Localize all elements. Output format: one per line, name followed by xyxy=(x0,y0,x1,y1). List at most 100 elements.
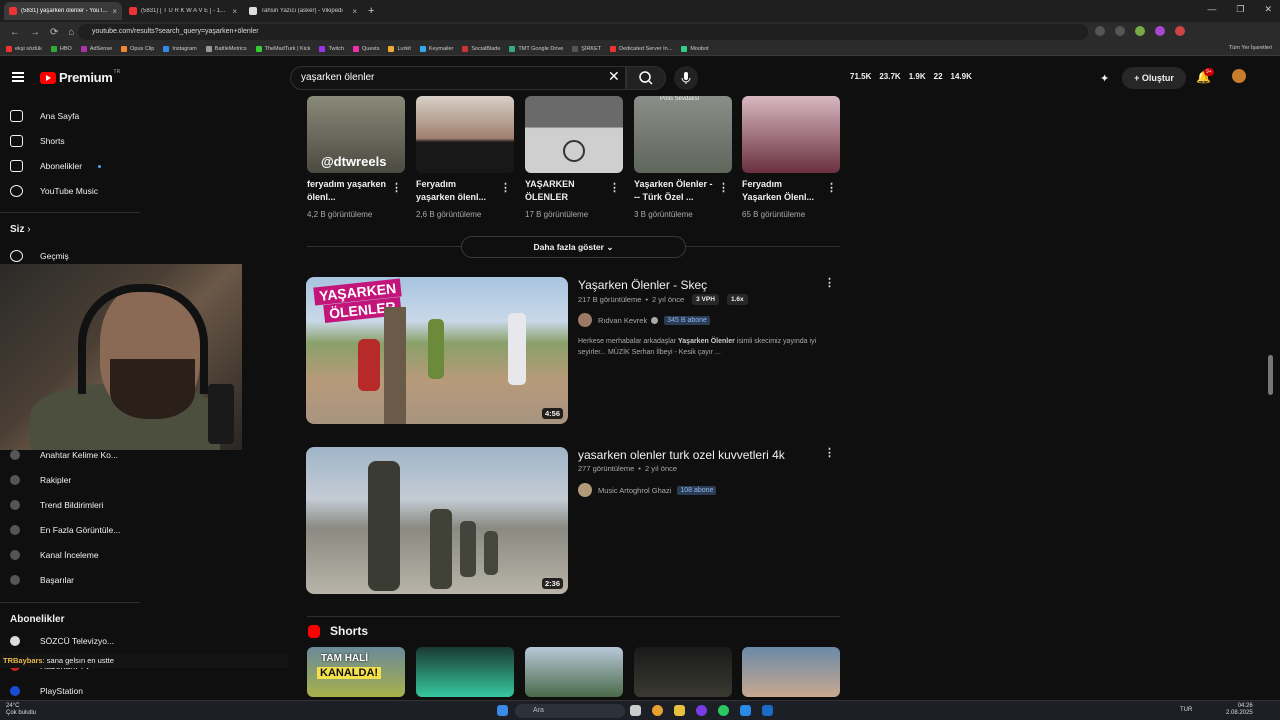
task-view-icon[interactable] xyxy=(630,705,641,716)
extension-icon[interactable] xyxy=(1155,26,1165,36)
close-icon[interactable]: × xyxy=(352,7,357,16)
close-icon[interactable]: × xyxy=(112,7,117,16)
short-thumbnail[interactable]: Polis Sevdalısı xyxy=(634,96,732,173)
new-tab-button[interactable]: + xyxy=(368,5,374,17)
bookmark-item[interactable]: Lurkit xyxy=(388,45,411,52)
profile-icon[interactable] xyxy=(1175,26,1185,36)
show-more-button[interactable]: Daha fazla göster ⌄ xyxy=(461,236,686,258)
short-thumbnail[interactable]: TAM HALİ KANALDA! xyxy=(307,647,405,697)
sidebar-item-tool[interactable]: Başarılar xyxy=(10,575,74,585)
short-thumbnail[interactable] xyxy=(525,647,623,697)
short-title[interactable]: YAŞARKEN ÖLENLER xyxy=(525,178,605,204)
subscription-item[interactable]: PlayStation xyxy=(10,686,83,696)
explorer-icon[interactable] xyxy=(674,705,685,716)
scrollbar-thumb[interactable] xyxy=(1268,355,1273,395)
home-icon[interactable]: ⌂ xyxy=(68,27,74,38)
sidebar-item-tool[interactable]: Anahtar Kelime Ko... xyxy=(10,450,118,460)
sidebar-item-home[interactable]: Ana Sayfa xyxy=(10,110,79,122)
bookmark-item[interactable]: Moobot xyxy=(681,45,709,52)
sidebar-item-music[interactable]: YouTube Music xyxy=(10,185,98,197)
close-icon[interactable]: × xyxy=(232,7,237,16)
app-icon[interactable] xyxy=(696,705,707,716)
you-section-header[interactable]: Siz › xyxy=(10,224,31,235)
short-thumbnail[interactable] xyxy=(634,647,732,697)
search-button[interactable] xyxy=(626,66,666,90)
steam-icon[interactable] xyxy=(762,705,773,716)
bookmark-item[interactable]: SocialBlade xyxy=(462,45,500,52)
short-title[interactable]: feryadım yaşarken ölenl... xyxy=(307,178,387,204)
video-title[interactable]: Yaşarken Ölenler - Skeç xyxy=(578,278,707,292)
bookmark-item[interactable]: Quests xyxy=(353,45,379,52)
short-title[interactable]: Yaşarken Ölenler --- Türk Özel ... xyxy=(634,178,714,204)
sidebar-item-subscriptions[interactable]: Abonelikler xyxy=(10,160,102,172)
clock[interactable]: 04:26 2.08.2025 xyxy=(1226,703,1253,717)
more-vert-icon[interactable]: ⋮ xyxy=(391,181,402,194)
bookmark-item[interactable]: Opus Clip xyxy=(121,45,154,52)
sidebar-item-tool[interactable]: En Fazla Görüntüle... xyxy=(10,525,120,535)
video-thumbnail[interactable]: 2:36 xyxy=(306,447,568,594)
minimize-icon[interactable]: — xyxy=(1207,4,1216,15)
sidebar-item-history[interactable]: Geçmiş xyxy=(10,250,69,262)
channel-link[interactable]: Rıdvan Kevrek 345 B abone xyxy=(578,313,710,327)
sidebar-item-tool[interactable]: Trend Bildirimleri xyxy=(10,500,103,510)
youtube-logo[interactable]: Premium TR xyxy=(40,69,120,85)
browser-tab-1[interactable]: (5831) yaşarken ölenler - YouT... × xyxy=(4,2,122,20)
reload-icon[interactable]: ⟳ xyxy=(50,27,58,38)
more-vert-icon[interactable]: ⋮ xyxy=(609,181,620,194)
browser-tab-2[interactable]: (5831) [ T U R K W A V E ] - 1... × xyxy=(124,2,242,20)
more-vert-icon[interactable]: ⋮ xyxy=(824,446,835,459)
maximize-icon[interactable]: ❐ xyxy=(1236,4,1244,15)
sidebar-item-tool[interactable]: Rakipler xyxy=(10,475,71,485)
start-icon[interactable] xyxy=(497,705,508,716)
short-thumbnail[interactable] xyxy=(742,96,840,173)
bookmark-item[interactable]: ekşi sözlük xyxy=(6,45,42,52)
short-thumbnail[interactable]: @dtwreels xyxy=(307,96,405,173)
app-icon[interactable] xyxy=(740,705,751,716)
more-vert-icon[interactable]: ⋮ xyxy=(500,181,511,194)
bookmark-item[interactable]: HBO xyxy=(50,45,72,52)
url-field[interactable]: youtube.com/results?search_query=yaşarke… xyxy=(78,24,1088,40)
more-vert-icon[interactable]: ⋮ xyxy=(824,276,835,289)
more-vert-icon[interactable]: ⋮ xyxy=(826,181,837,194)
chrome-icon[interactable] xyxy=(652,705,663,716)
bookmark-item[interactable]: AdSense xyxy=(80,45,112,52)
forward-icon[interactable]: → xyxy=(30,27,40,38)
extension-icon[interactable] xyxy=(1135,26,1145,36)
sidebar-item-shorts[interactable]: Shorts xyxy=(10,135,65,147)
subscription-item[interactable]: SÖZCÜ Televizyo... xyxy=(10,636,114,646)
bookmark-item[interactable]: Keymailer xyxy=(419,45,453,52)
short-title[interactable]: Feryadım yaşarken ölenl... xyxy=(416,178,496,204)
avatar[interactable] xyxy=(1232,69,1246,83)
extension-icon[interactable] xyxy=(1115,26,1125,36)
language-indicator[interactable]: TUR xyxy=(1180,707,1192,713)
close-window-icon[interactable]: ✕ xyxy=(1264,4,1272,15)
short-thumbnail[interactable] xyxy=(742,647,840,697)
weather-widget[interactable]: 24°C Çok bulutlu xyxy=(6,703,36,717)
short-thumbnail[interactable] xyxy=(525,96,623,173)
bookmark-item[interactable]: BattleMetrics xyxy=(205,45,247,52)
short-title[interactable]: Feryadım Yaşarken Ölenl... xyxy=(742,178,822,204)
bookmark-item[interactable]: Dedicated Server In... xyxy=(610,45,672,52)
extension-icon[interactable] xyxy=(1095,26,1105,36)
channel-link[interactable]: Music Artoghrol Ghazi 108 abone xyxy=(578,483,717,497)
more-vert-icon[interactable]: ⋮ xyxy=(718,181,729,194)
menu-icon[interactable] xyxy=(12,72,24,82)
bookmark-item[interactable]: Twitch xyxy=(319,45,344,52)
all-bookmarks[interactable]: Tüm Yer İşaretleri xyxy=(1229,45,1272,51)
bookmark-item[interactable]: ŞİRKET xyxy=(572,45,601,52)
browser-tab-3[interactable]: Tahsin Yazıcı (asker) - Vikipedi × xyxy=(244,2,362,20)
apps-icon[interactable]: ✦ xyxy=(1100,72,1109,85)
bookmark-item[interactable]: TheMadTurk | Kick xyxy=(255,45,310,52)
search-input[interactable]: yaşarken ölenler xyxy=(290,66,626,90)
video-thumbnail[interactable]: YAŞARKEN ÖLENLER 4:56 xyxy=(306,277,568,424)
sidebar-item-tool[interactable]: Kanal İnceleme xyxy=(10,550,99,560)
back-icon[interactable]: ← xyxy=(10,27,20,38)
bookmark-item[interactable]: Instagram xyxy=(163,45,197,52)
video-title[interactable]: yasarken olenler turk ozel kuvvetleri 4k xyxy=(578,448,785,462)
taskbar-search[interactable]: Ara xyxy=(515,704,625,718)
bookmark-item[interactable]: TMT Google Drive xyxy=(509,45,563,52)
create-button[interactable]: + Oluştur xyxy=(1122,67,1186,89)
clear-search-icon[interactable]: ✕ xyxy=(608,68,620,85)
whatsapp-icon[interactable] xyxy=(718,705,729,716)
voice-search-button[interactable] xyxy=(674,66,698,90)
